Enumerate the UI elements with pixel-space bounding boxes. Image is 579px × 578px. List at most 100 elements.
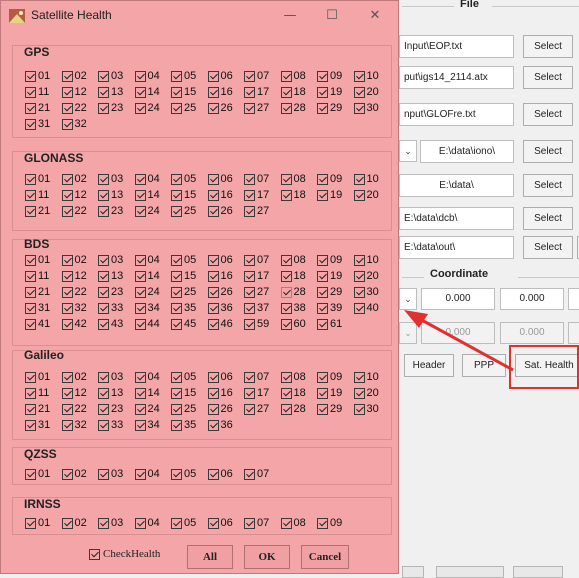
satellite-checkbox[interactable]: 31 xyxy=(25,418,62,432)
satellite-checkbox[interactable]: 19 xyxy=(317,269,354,283)
satellite-checkbox[interactable]: 28 xyxy=(280,101,318,115)
satellite-checkbox[interactable]: 13 xyxy=(98,188,135,202)
satellite-checkbox[interactable]: 32 xyxy=(61,301,99,315)
close-button[interactable]: ✕ xyxy=(360,5,390,27)
satellite-checkbox[interactable]: 07 xyxy=(244,467,281,481)
satellite-checkbox[interactable]: 09 xyxy=(317,172,354,186)
satellite-checkbox[interactable]: 31 xyxy=(25,301,62,315)
satellite-checkbox[interactable]: 05 xyxy=(171,172,208,186)
satellite-checkbox[interactable]: 27 xyxy=(244,402,281,416)
satellite-checkbox[interactable]: 03 xyxy=(98,69,135,83)
satellite-checkbox[interactable]: 21 xyxy=(25,101,62,115)
satellite-checkbox[interactable]: 23 xyxy=(98,402,135,416)
satellite-checkbox[interactable]: 30 xyxy=(353,402,391,416)
satellite-checkbox[interactable]: 05 xyxy=(171,253,208,267)
satellite-checkbox[interactable]: 16 xyxy=(207,85,245,99)
satellite-checkbox[interactable]: 13 xyxy=(98,386,135,400)
satellite-checkbox[interactable]: 02 xyxy=(61,253,99,267)
satellite-checkbox[interactable]: 33 xyxy=(98,418,135,432)
satellite-checkbox[interactable]: 44 xyxy=(134,317,172,331)
satellite-checkbox[interactable]: 07 xyxy=(244,516,281,530)
satellite-checkbox[interactable]: 10 xyxy=(353,370,391,384)
satellite-checkbox[interactable]: 18 xyxy=(280,386,318,400)
satellite-checkbox[interactable]: 23 xyxy=(98,285,135,299)
satellite-checkbox[interactable]: 23 xyxy=(98,101,135,115)
satellite-checkbox[interactable]: 35 xyxy=(171,418,208,432)
satellite-checkbox[interactable]: 11 xyxy=(25,386,62,400)
satellite-checkbox[interactable]: 01 xyxy=(25,172,62,186)
satellite-checkbox[interactable]: 24 xyxy=(134,204,172,218)
satellite-checkbox[interactable]: 27 xyxy=(244,204,281,218)
ok-button[interactable]: OK xyxy=(244,545,290,569)
satellite-checkbox[interactable]: 02 xyxy=(61,467,99,481)
cancel-button[interactable]: Cancel xyxy=(301,545,349,569)
satellite-checkbox[interactable]: 10 xyxy=(353,69,391,83)
maximize-button[interactable]: ☐ xyxy=(317,5,347,27)
atx-path-field[interactable]: put\igs14_2114.atx xyxy=(399,66,514,89)
satellite-checkbox[interactable]: 61 xyxy=(317,317,354,331)
satellite-checkbox[interactable]: 05 xyxy=(171,370,208,384)
coord2-x-field[interactable]: 0.000 xyxy=(421,322,495,344)
satellite-checkbox[interactable]: 22 xyxy=(61,285,99,299)
satellite-checkbox[interactable]: 17 xyxy=(244,188,281,202)
satellite-checkbox[interactable]: 03 xyxy=(98,370,135,384)
coord-type-dropdown[interactable]: ⌄ xyxy=(399,288,417,310)
satellite-checkbox[interactable]: 31 xyxy=(25,117,62,131)
satellite-checkbox[interactable]: 29 xyxy=(317,101,354,115)
satellite-checkbox[interactable]: 46 xyxy=(207,317,245,331)
dcb-path-field[interactable]: E:\data\dcb\ xyxy=(399,207,514,230)
satellite-checkbox[interactable]: 07 xyxy=(244,370,281,384)
eop-path-field[interactable]: Input\EOP.txt xyxy=(399,35,514,58)
satellite-checkbox[interactable]: 05 xyxy=(171,516,208,530)
satellite-checkbox[interactable]: 15 xyxy=(171,188,208,202)
satellite-checkbox[interactable]: 24 xyxy=(134,402,172,416)
satellite-checkbox[interactable]: 32 xyxy=(61,117,99,131)
satellite-checkbox[interactable]: 42 xyxy=(61,317,99,331)
satellite-checkbox[interactable]: 09 xyxy=(317,370,354,384)
satellite-checkbox[interactable]: 29 xyxy=(317,402,354,416)
iono-path-field[interactable]: E:\data\iono\ xyxy=(420,140,514,163)
header-button[interactable]: Header xyxy=(404,354,454,377)
satellite-checkbox[interactable]: 24 xyxy=(134,285,172,299)
satellite-checkbox[interactable]: 41 xyxy=(25,317,62,331)
satellite-checkbox[interactable]: 38 xyxy=(280,301,318,315)
satellite-checkbox[interactable]: 04 xyxy=(134,69,172,83)
satellite-checkbox[interactable]: 18 xyxy=(280,269,318,283)
satellite-checkbox[interactable]: 06 xyxy=(207,172,245,186)
satellite-checkbox[interactable]: 25 xyxy=(171,204,208,218)
satellite-checkbox[interactable]: 14 xyxy=(134,85,172,99)
satellite-checkbox[interactable]: 15 xyxy=(171,386,208,400)
satellite-checkbox[interactable]: 11 xyxy=(25,85,62,99)
bottom-button-3[interactable] xyxy=(513,566,563,578)
satellite-checkbox[interactable]: 14 xyxy=(134,269,172,283)
satellite-checkbox[interactable]: 26 xyxy=(207,402,245,416)
satellite-checkbox[interactable]: 03 xyxy=(98,253,135,267)
satellite-checkbox[interactable]: 10 xyxy=(353,253,391,267)
satellite-checkbox[interactable]: 17 xyxy=(244,386,281,400)
satellite-checkbox[interactable]: 14 xyxy=(134,188,172,202)
satellite-checkbox[interactable]: 43 xyxy=(98,317,135,331)
satellite-checkbox[interactable]: 30 xyxy=(353,101,391,115)
select-out-button[interactable]: Select xyxy=(523,236,573,259)
select-atx-button[interactable]: Select xyxy=(523,66,573,89)
satellite-checkbox[interactable]: 59 xyxy=(244,317,281,331)
satellite-checkbox[interactable]: 03 xyxy=(98,172,135,186)
satellite-checkbox[interactable]: 26 xyxy=(207,204,245,218)
satellite-checkbox[interactable]: 01 xyxy=(25,467,62,481)
satellite-checkbox[interactable]: 33 xyxy=(98,301,135,315)
satellite-checkbox[interactable]: 05 xyxy=(171,467,208,481)
satellite-checkbox[interactable]: 34 xyxy=(134,301,172,315)
satellite-checkbox[interactable]: 17 xyxy=(244,269,281,283)
satellite-checkbox[interactable]: 01 xyxy=(25,69,62,83)
satellite-checkbox[interactable]: 28 xyxy=(280,402,318,416)
coord-x-field[interactable]: 0.000 xyxy=(421,288,495,310)
satellite-checkbox[interactable]: 02 xyxy=(61,69,99,83)
satellite-checkbox[interactable]: 09 xyxy=(317,69,354,83)
satellite-checkbox[interactable]: 06 xyxy=(207,69,245,83)
satellite-checkbox[interactable]: 39 xyxy=(317,301,354,315)
satellite-checkbox[interactable]: 02 xyxy=(61,370,99,384)
satellite-checkbox[interactable]: 18 xyxy=(280,188,318,202)
satellite-checkbox[interactable]: 28 xyxy=(280,285,318,299)
satellite-checkbox[interactable]: 12 xyxy=(61,188,99,202)
satellite-checkbox[interactable]: 02 xyxy=(61,516,99,530)
